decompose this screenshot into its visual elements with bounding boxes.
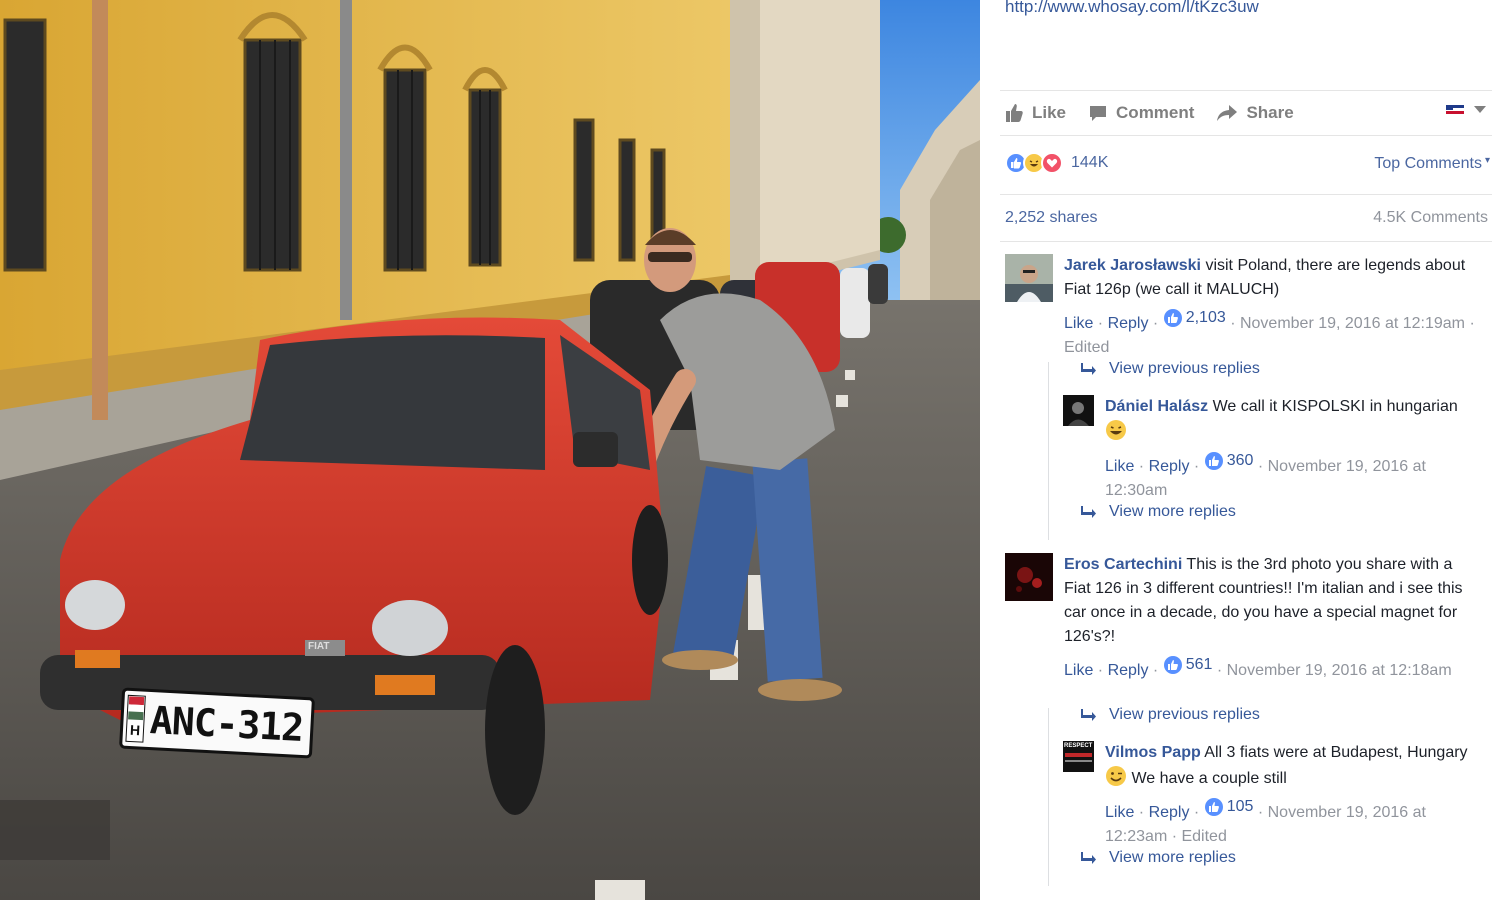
comment-author[interactable]: Jarek Jarosławski [1064, 257, 1201, 274]
shares-comments-row: 2,252 shares 4.5K Comments [1000, 194, 1492, 242]
share-action-label: Share [1246, 103, 1294, 122]
reaction-count: 144K [1071, 154, 1109, 171]
view-previous-replies-link[interactable]: View previous replies [1081, 706, 1260, 724]
avatar[interactable] [1063, 395, 1094, 426]
reply-text: We call it KISPOLSKI in hungarian [1208, 398, 1458, 415]
comments-count-link[interactable]: 4.5K Comments [1373, 209, 1488, 227]
comment-action-button[interactable]: Comment [1088, 103, 1194, 123]
like-count-value: 105 [1226, 798, 1254, 815]
comment-sort-label: Top Comments [1374, 155, 1482, 172]
like-count-value: 561 [1185, 656, 1213, 673]
reply-like-count[interactable]: 105 [1204, 795, 1254, 819]
reply-thread-line [1048, 362, 1049, 540]
view-previous-replies-label: View previous replies [1109, 360, 1260, 377]
reply-meta: Like · Reply · 360 · November 19, 2016 a… [1105, 449, 1477, 503]
reply-arrow-icon [1081, 709, 1096, 721]
like-badge-icon [1204, 452, 1223, 470]
reply-item: Dániel Halász We call it KISPOLSKI in hu… [1063, 395, 1483, 503]
car-badge: FIAT [308, 641, 330, 652]
comment-reply-link[interactable]: Reply [1108, 315, 1149, 332]
reply-item: RESPECT Vilmos Papp All 3 fiats were at … [1063, 741, 1483, 849]
comment-reply-link[interactable]: Reply [1108, 662, 1149, 679]
avatar-badge-text: RESPECT [1064, 743, 1093, 749]
post-photo[interactable]: H ANC-312 FIAT [0, 0, 980, 900]
photo-scene [0, 0, 980, 900]
comment-item: Eros Cartechini This is the 3rd photo yo… [1005, 553, 1485, 683]
reply-like-count[interactable]: 360 [1204, 449, 1254, 473]
action-bar: Like Comment Share [1000, 90, 1492, 136]
reply-like-link[interactable]: Like [1105, 804, 1134, 821]
chevron-down-icon [1474, 106, 1486, 113]
post-as-selector[interactable] [1444, 103, 1486, 117]
view-more-replies-link[interactable]: View more replies [1081, 849, 1236, 867]
reply-arrow-icon [1081, 363, 1096, 375]
license-plate-country: H [129, 721, 141, 739]
comment-like-count[interactable]: 561 [1163, 653, 1213, 677]
grinning-emoji-icon [1106, 420, 1126, 440]
view-more-replies-label: View more replies [1109, 503, 1236, 520]
reply-meta: Like · Reply · 105 · November 19, 2016 a… [1105, 795, 1477, 849]
like-action-label: Like [1032, 103, 1067, 122]
like-badge-icon [1163, 309, 1182, 327]
license-plate-text: ANC-312 [148, 698, 305, 750]
like-action-button[interactable]: Like [1004, 103, 1066, 123]
comment-icon [1090, 106, 1107, 121]
like-count-value: 360 [1226, 452, 1254, 469]
reply-author[interactable]: Vilmos Papp [1105, 744, 1201, 761]
reply-text: All 3 fiats were at Budapest, Hungary [1200, 744, 1468, 761]
post-link[interactable]: http://www.whosay.com/l/tKzc3uw [1005, 0, 1259, 17]
comment-date[interactable]: November 19, 2016 at 12:19am [1240, 315, 1465, 332]
comment-sort-dropdown[interactable]: Top Comments ▾ [1374, 155, 1490, 173]
comment-like-count[interactable]: 2,103 [1163, 306, 1226, 330]
avatar-stripe [1065, 760, 1092, 762]
reply-arrow-icon [1081, 852, 1096, 864]
shares-count-link[interactable]: 2,252 shares [1005, 209, 1098, 227]
view-previous-replies-link[interactable]: View previous replies [1081, 360, 1260, 378]
view-more-replies-link[interactable]: View more replies [1081, 503, 1236, 521]
reply-reply-link[interactable]: Reply [1149, 458, 1190, 475]
post-side-panel: http://www.whosay.com/l/tKzc3uw Like Com… [980, 0, 1500, 900]
share-arrow-icon [1217, 105, 1238, 121]
like-badge-icon [1204, 798, 1223, 816]
caret-down-icon: ▾ [1484, 155, 1490, 166]
view-more-replies-label: View more replies [1109, 849, 1236, 866]
thumbs-up-icon [1006, 104, 1023, 122]
avatar-stripe [1065, 753, 1092, 757]
edited-label[interactable]: Edited [1181, 828, 1226, 845]
comment-date[interactable]: November 19, 2016 at 12:18am [1227, 662, 1452, 679]
comment-meta: Like · Reply · 2,103 · November 19, 2016… [1064, 306, 1479, 360]
reply-thread-line [1048, 708, 1049, 886]
love-reaction-icon [1041, 152, 1063, 174]
avatar[interactable] [1005, 553, 1053, 601]
reply-text-continued: We have a couple still [1127, 770, 1287, 787]
comment-like-link[interactable]: Like [1064, 662, 1093, 679]
like-badge-icon [1163, 656, 1182, 674]
reply-reply-link[interactable]: Reply [1149, 804, 1190, 821]
page-flag-icon [1446, 105, 1464, 114]
reply-author[interactable]: Dániel Halász [1105, 398, 1208, 415]
avatar[interactable]: RESPECT [1063, 741, 1094, 772]
comment-item: Jarek Jarosławski visit Poland, there ar… [1005, 254, 1485, 360]
reactions-summary[interactable]: 144K [1005, 152, 1108, 174]
like-count-value: 2,103 [1185, 309, 1226, 326]
comment-author[interactable]: Eros Cartechini [1064, 556, 1182, 573]
share-action-button[interactable]: Share [1216, 103, 1294, 123]
comment-like-link[interactable]: Like [1064, 315, 1093, 332]
reply-arrow-icon [1081, 506, 1096, 518]
winking-emoji-icon [1106, 766, 1126, 786]
view-previous-replies-label: View previous replies [1109, 706, 1260, 723]
edited-label[interactable]: Edited [1064, 339, 1109, 356]
reply-like-link[interactable]: Like [1105, 458, 1134, 475]
comment-action-label: Comment [1116, 103, 1195, 122]
avatar[interactable] [1005, 254, 1053, 302]
comment-meta: Like · Reply · 561 · November 19, 2016 a… [1064, 653, 1479, 683]
